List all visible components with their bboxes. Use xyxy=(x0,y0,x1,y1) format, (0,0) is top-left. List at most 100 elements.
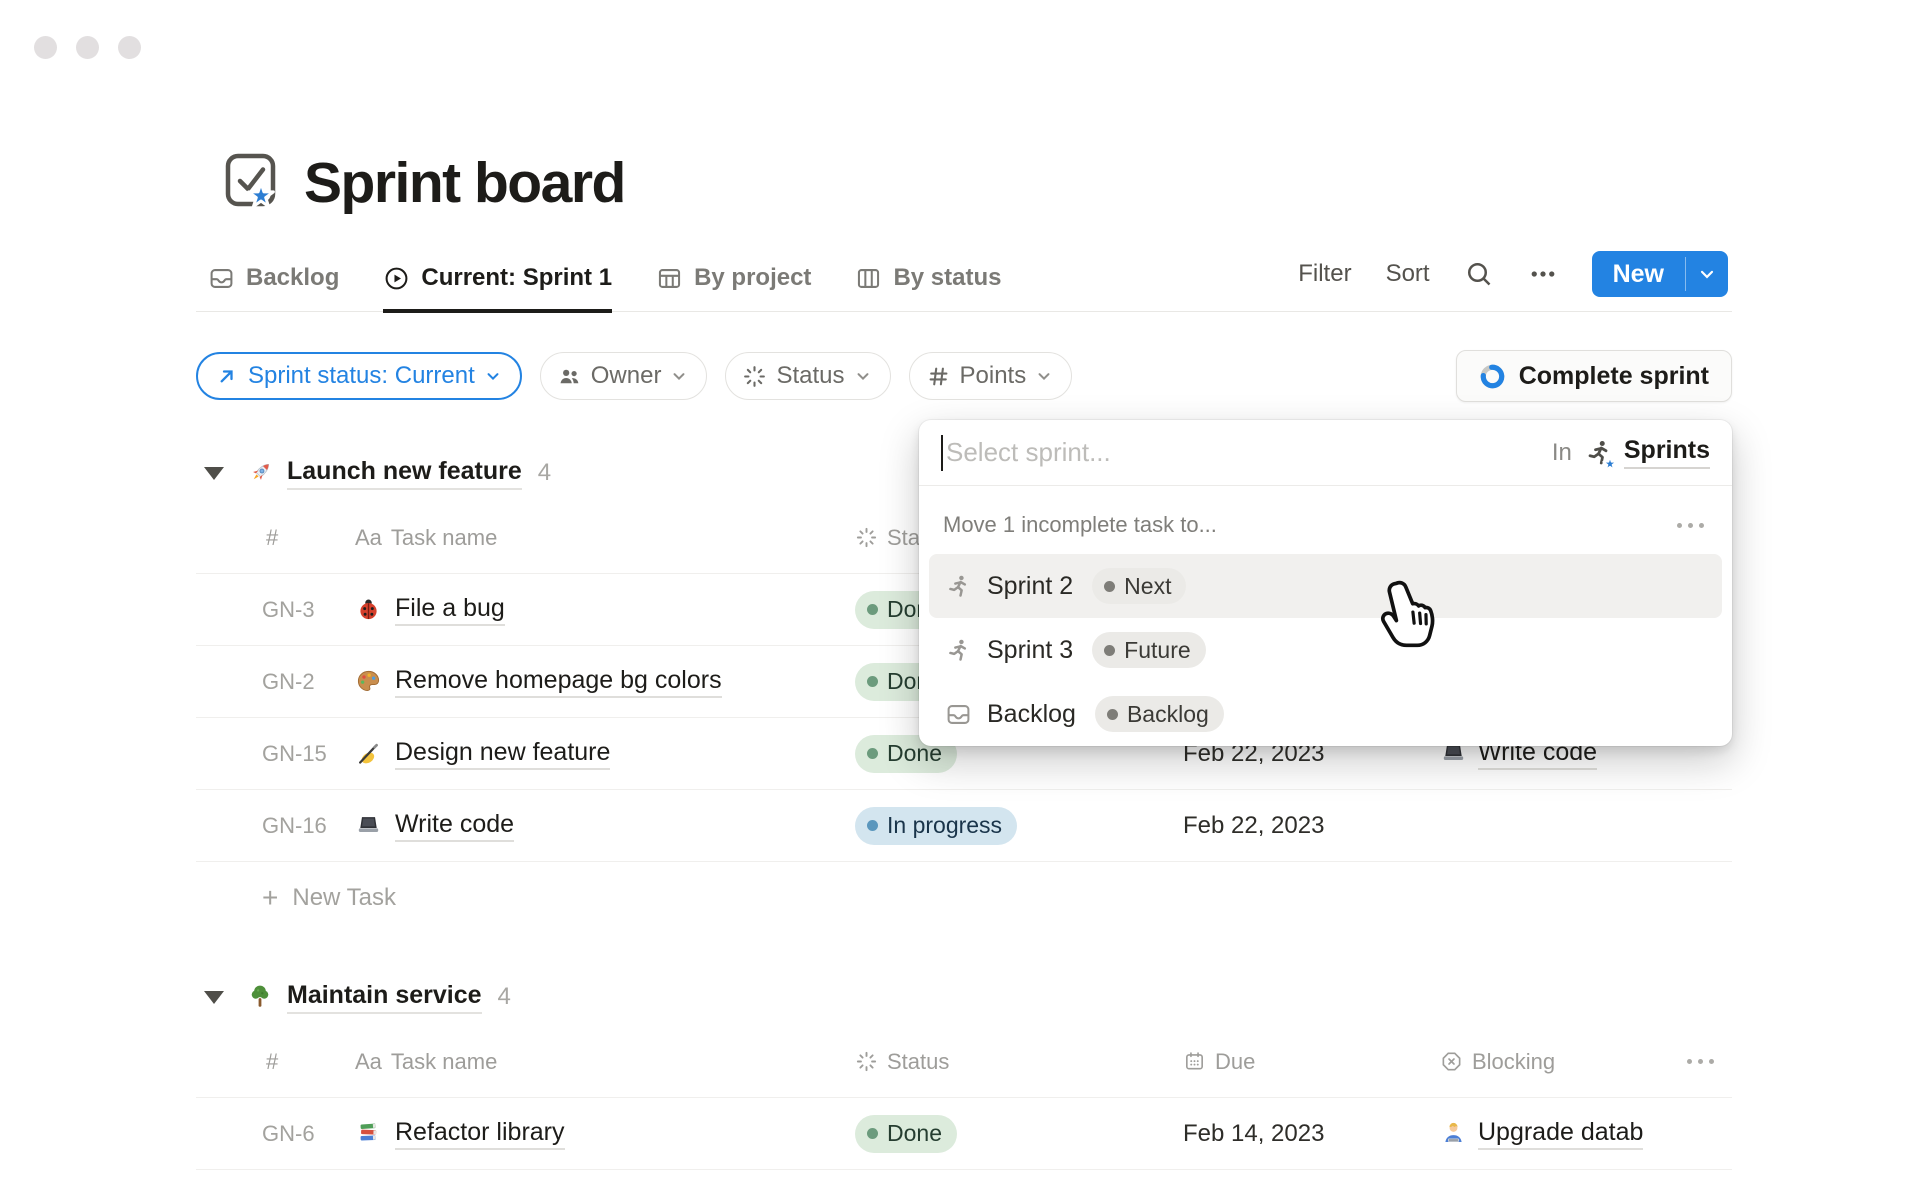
chip-points[interactable]: Points xyxy=(909,352,1073,400)
collapse-triangle-icon[interactable] xyxy=(204,467,224,480)
ellipsis-icon[interactable] xyxy=(1528,259,1558,289)
popup-section-label-row: Move 1 incomplete task to... xyxy=(919,510,1732,540)
popup-item-backlog[interactable]: Backlog Backlog xyxy=(929,682,1722,746)
tab-by-project[interactable]: By project xyxy=(656,264,811,313)
task-name-link[interactable]: Design new feature xyxy=(395,738,610,770)
plus-icon: + xyxy=(262,884,278,912)
view-tabbar: Backlog Current: Sprint 1 By project xyxy=(196,246,1732,312)
tab-backlog[interactable]: Backlog xyxy=(208,264,339,313)
popup-search-row: In Sprints xyxy=(919,420,1732,486)
hand-cursor xyxy=(1375,578,1439,656)
laptop-emoji xyxy=(355,812,382,839)
task-id: GN-15 xyxy=(196,741,355,767)
complete-sprint-label: Complete sprint xyxy=(1519,362,1709,391)
popup-item-label: Sprint 3 xyxy=(987,636,1073,665)
tab-current-sprint[interactable]: Current: Sprint 1 xyxy=(383,264,612,313)
technologist-emoji xyxy=(1440,1120,1467,1147)
task-name-link[interactable]: Write code xyxy=(395,810,514,842)
status-badge[interactable]: In progress xyxy=(855,807,1017,845)
window-dot-minimize[interactable] xyxy=(76,36,99,59)
table-row[interactable]: GN-16 Write code In progress Feb 22, 202… xyxy=(196,790,1732,862)
hash-icon xyxy=(926,364,951,389)
task-name-link[interactable]: Refactor library xyxy=(395,1118,565,1150)
inbox-icon xyxy=(945,701,972,728)
task-id: GN-16 xyxy=(196,813,355,839)
people-icon xyxy=(557,364,582,389)
sprint-status-badge: Next xyxy=(1092,568,1186,604)
popup-item-sprint-3[interactable]: Sprint 3 Future xyxy=(929,618,1722,682)
sort-button[interactable]: Sort xyxy=(1386,260,1430,288)
rocket-emoji xyxy=(246,459,274,487)
collapse-triangle-icon[interactable] xyxy=(204,991,224,1004)
sprint-status-badge: Future xyxy=(1092,632,1205,668)
column-status[interactable]: Status xyxy=(855,1049,1183,1075)
table-more-icon[interactable] xyxy=(1662,1059,1732,1064)
text-type-icon: Aa xyxy=(355,1049,382,1075)
tab-by-status[interactable]: By status xyxy=(855,264,1001,313)
tab-label: Current: Sprint 1 xyxy=(421,264,612,292)
group-title[interactable]: Launch new feature xyxy=(287,457,522,490)
inbox-icon xyxy=(208,265,235,292)
spinner-icon xyxy=(855,526,878,549)
column-blocking[interactable]: Blocking xyxy=(1440,1049,1732,1075)
select-sprint-input[interactable] xyxy=(946,437,1552,468)
complete-sprint-button[interactable]: Complete sprint xyxy=(1456,350,1732,402)
blocking-task-link[interactable]: Upgrade datab xyxy=(1478,1118,1643,1150)
chip-sprint-status[interactable]: Sprint status: Current xyxy=(196,352,522,400)
new-task-button[interactable]: + New Task xyxy=(196,862,1732,934)
filter-button[interactable]: Filter xyxy=(1298,260,1351,288)
chip-label: Owner xyxy=(591,362,662,390)
chip-owner[interactable]: Owner xyxy=(540,352,708,400)
scope-name-link[interactable]: Sprints xyxy=(1624,436,1710,469)
runner-icon xyxy=(945,573,972,600)
due-cell[interactable]: Feb 14, 2023 xyxy=(1183,1120,1440,1148)
popup-scope: In Sprints xyxy=(1552,436,1710,469)
chip-status[interactable]: Status xyxy=(725,352,890,400)
chip-label: Points xyxy=(960,362,1027,390)
writing-hand-emoji xyxy=(355,740,382,767)
chevron-down-icon xyxy=(854,367,872,385)
column-id[interactable]: # xyxy=(196,525,355,551)
column-id[interactable]: # xyxy=(196,1049,355,1075)
arrow-up-right-icon xyxy=(214,364,239,389)
move-tasks-popup: In Sprints Move 1 incomplete task to... xyxy=(919,420,1732,746)
chip-label: Status xyxy=(776,362,844,390)
group-title[interactable]: Maintain service xyxy=(287,981,482,1014)
page-header: Sprint board xyxy=(196,150,1732,216)
column-due[interactable]: Due xyxy=(1183,1049,1440,1075)
chevron-down-icon xyxy=(1697,264,1717,284)
chevron-down-icon xyxy=(670,367,688,385)
popup-more-icon[interactable] xyxy=(1677,523,1708,528)
task-id: GN-3 xyxy=(196,597,355,623)
new-button[interactable]: New xyxy=(1592,251,1728,297)
status-badge[interactable]: Done xyxy=(855,1115,957,1153)
calendar-icon xyxy=(1183,1050,1206,1073)
task-name-link[interactable]: Remove homepage bg colors xyxy=(395,666,722,698)
due-cell[interactable]: Feb 22, 2023 xyxy=(1183,812,1440,840)
task-name-link[interactable]: File a bug xyxy=(395,594,505,626)
search-icon[interactable] xyxy=(1464,259,1494,289)
progress-circle-icon xyxy=(1479,363,1506,390)
window-dot-zoom[interactable] xyxy=(118,36,141,59)
columns-icon xyxy=(855,265,882,292)
tab-label: Backlog xyxy=(246,264,339,292)
window-dot-close[interactable] xyxy=(34,36,57,59)
table-grid-icon xyxy=(656,265,683,292)
page-title: Sprint board xyxy=(304,150,625,216)
popup-section-label: Move 1 incomplete task to... xyxy=(943,512,1677,538)
new-button-dropdown[interactable] xyxy=(1686,251,1728,297)
tree-emoji xyxy=(246,983,274,1011)
checkbox-star-icon xyxy=(220,151,284,215)
group-maintain-service: Maintain service 4 # Aa Task name Status xyxy=(196,974,1732,1170)
group-count: 4 xyxy=(498,983,511,1011)
popup-item-label: Sprint 2 xyxy=(987,572,1073,601)
tab-label: By status xyxy=(893,264,1001,292)
popup-item-sprint-2[interactable]: Sprint 2 Next xyxy=(929,554,1722,618)
sprint-status-badge: Backlog xyxy=(1095,696,1224,732)
window-controls xyxy=(34,36,141,59)
new-task-label: New Task xyxy=(292,884,396,912)
column-task-name[interactable]: Aa Task name xyxy=(355,525,855,551)
blocking-cell[interactable]: Upgrade datab xyxy=(1440,1118,1732,1150)
table-row[interactable]: GN-6 Refactor library Done Feb 14, 2023 xyxy=(196,1098,1732,1170)
column-task-name[interactable]: Aa Task name xyxy=(355,1049,855,1075)
